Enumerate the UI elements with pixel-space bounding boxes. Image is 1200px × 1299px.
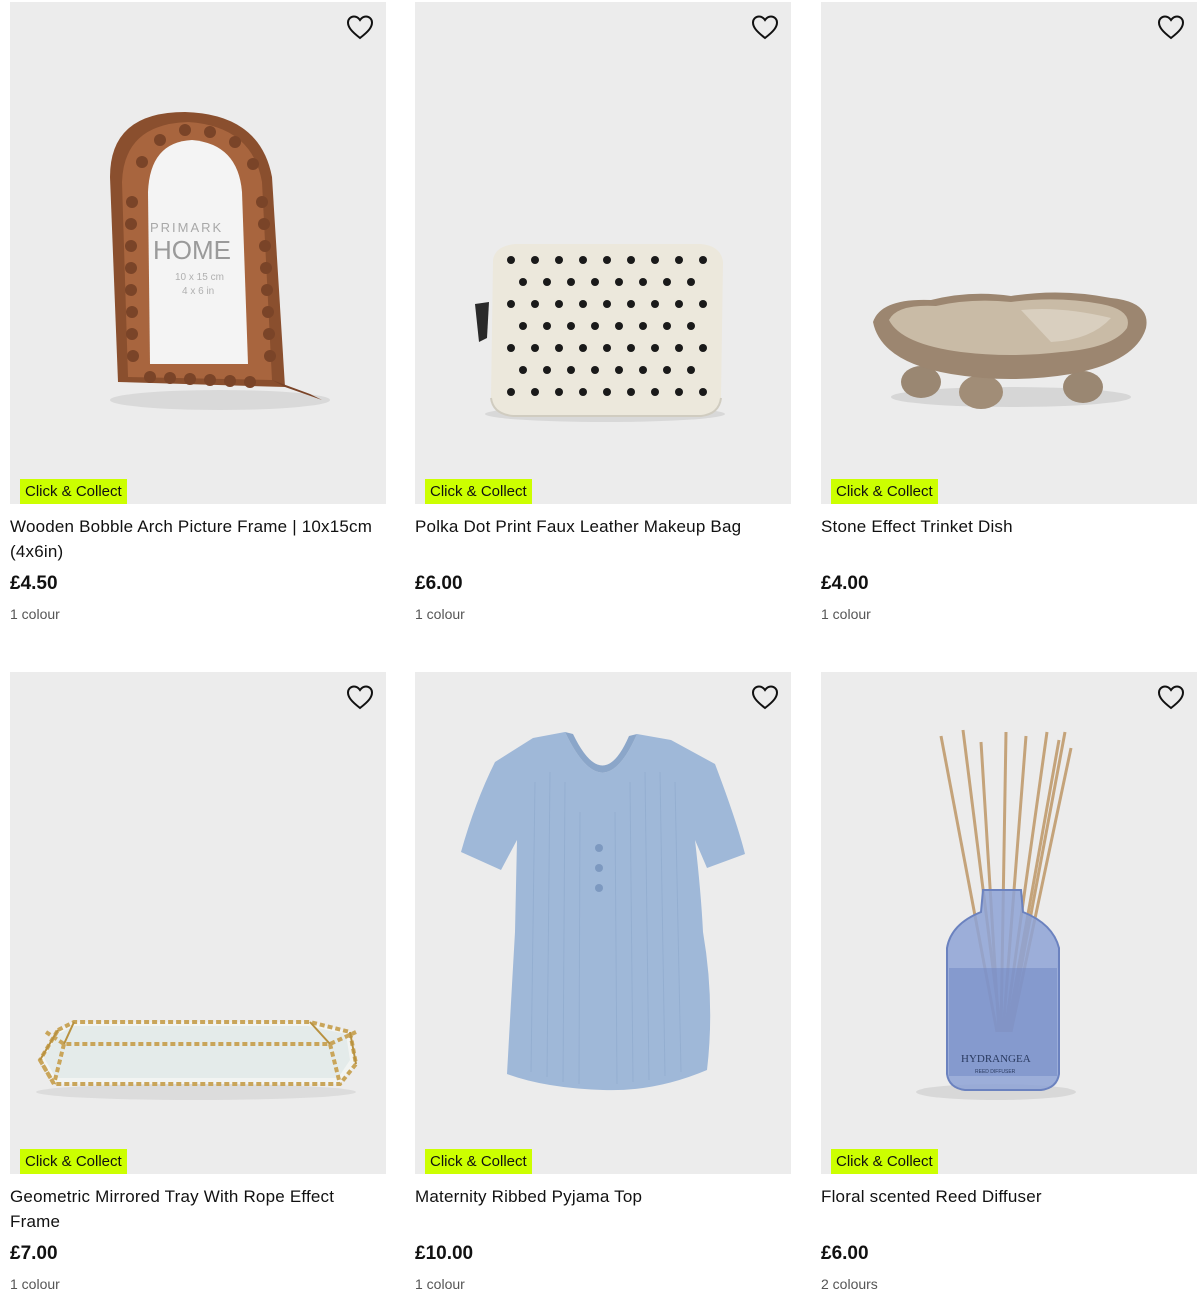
product-title[interactable]: Wooden Bobble Arch Picture Frame | 10x15… <box>10 514 386 564</box>
click-collect-badge: Click & Collect <box>425 479 532 504</box>
product-image-container[interactable]: Click & Collect <box>415 2 791 504</box>
product-colours: 1 colour <box>415 1276 465 1292</box>
pyjama-top-image <box>461 732 745 1091</box>
product-image-container[interactable]: PRIMARK HOME 10 x 15 cm 4 x 6 in Click &… <box>10 2 386 504</box>
frame-size-text-2: 4 x 6 in <box>182 286 214 297</box>
product-price: £6.00 <box>415 573 463 594</box>
product-colours: 1 colour <box>821 606 871 622</box>
wishlist-heart-icon[interactable] <box>1157 14 1185 42</box>
trinket-dish-image <box>873 292 1147 409</box>
product-title[interactable]: Maternity Ribbed Pyjama Top <box>415 1184 791 1234</box>
wishlist-heart-icon[interactable] <box>751 684 779 712</box>
click-collect-badge: Click & Collect <box>425 1149 532 1174</box>
product-image-container[interactable]: Click & Collect <box>415 672 791 1174</box>
product-title[interactable]: Geometric Mirrored Tray With Rope Effect… <box>10 1184 386 1234</box>
product-colours: 1 colour <box>10 606 60 622</box>
wishlist-heart-icon[interactable] <box>346 14 374 42</box>
frame-brand-text: PRIMARK <box>150 220 223 235</box>
product-colours: 1 colour <box>415 606 465 622</box>
frame-size-text: 10 x 15 cm <box>175 272 224 283</box>
wishlist-heart-icon[interactable] <box>1157 684 1185 712</box>
product-card[interactable]: Click & Collect Polka Dot Print Faux Lea… <box>415 2 791 624</box>
product-card[interactable]: Click & Collect Stone Effect Trinket Dis… <box>821 2 1197 624</box>
product-card[interactable]: HYDRANGEA REED DIFFUSER Click & Collect … <box>821 672 1197 1294</box>
product-price: £4.50 <box>10 573 58 594</box>
product-price: £10.00 <box>415 1243 474 1264</box>
frame-home-text: HOME <box>153 235 231 265</box>
product-image-container[interactable]: Click & Collect <box>821 2 1197 504</box>
product-price: £4.00 <box>821 573 869 594</box>
product-image-container[interactable]: Click & Collect <box>10 672 386 1174</box>
product-colours: 2 colours <box>821 1276 878 1292</box>
mirrored-tray-image <box>36 1020 359 1100</box>
wishlist-heart-icon[interactable] <box>346 684 374 712</box>
arch-photo-frame-image: PRIMARK HOME 10 x 15 cm 4 x 6 in <box>110 112 330 410</box>
reed-diffuser-image: HYDRANGEA REED DIFFUSER <box>916 729 1076 1100</box>
diffuser-label-text: HYDRANGEA <box>961 1053 1031 1065</box>
product-title[interactable]: Polka Dot Print Faux Leather Makeup Bag <box>415 514 791 564</box>
product-image-container[interactable]: HYDRANGEA REED DIFFUSER Click & Collect <box>821 672 1197 1174</box>
wishlist-heart-icon[interactable] <box>751 14 779 42</box>
product-price: £6.00 <box>821 1243 869 1264</box>
diffuser-label-sub: REED DIFFUSER <box>975 1069 1016 1075</box>
product-card[interactable]: PRIMARK HOME 10 x 15 cm 4 x 6 in Click &… <box>10 2 386 624</box>
product-price: £7.00 <box>10 1243 58 1264</box>
product-title[interactable]: Floral scented Reed Diffuser <box>821 1184 1197 1234</box>
polka-dot-makeup-bag-image <box>475 244 725 422</box>
click-collect-badge: Click & Collect <box>831 479 938 504</box>
click-collect-badge: Click & Collect <box>831 1149 938 1174</box>
click-collect-badge: Click & Collect <box>20 1149 127 1174</box>
click-collect-badge: Click & Collect <box>20 479 127 504</box>
product-title[interactable]: Stone Effect Trinket Dish <box>821 514 1197 564</box>
product-card[interactable]: Click & Collect Geometric Mirrored Tray … <box>10 672 386 1294</box>
product-grid: PRIMARK HOME 10 x 15 cm 4 x 6 in Click &… <box>0 0 1200 1299</box>
product-card[interactable]: Click & Collect Maternity Ribbed Pyjama … <box>415 672 791 1294</box>
product-colours: 1 colour <box>10 1276 60 1292</box>
